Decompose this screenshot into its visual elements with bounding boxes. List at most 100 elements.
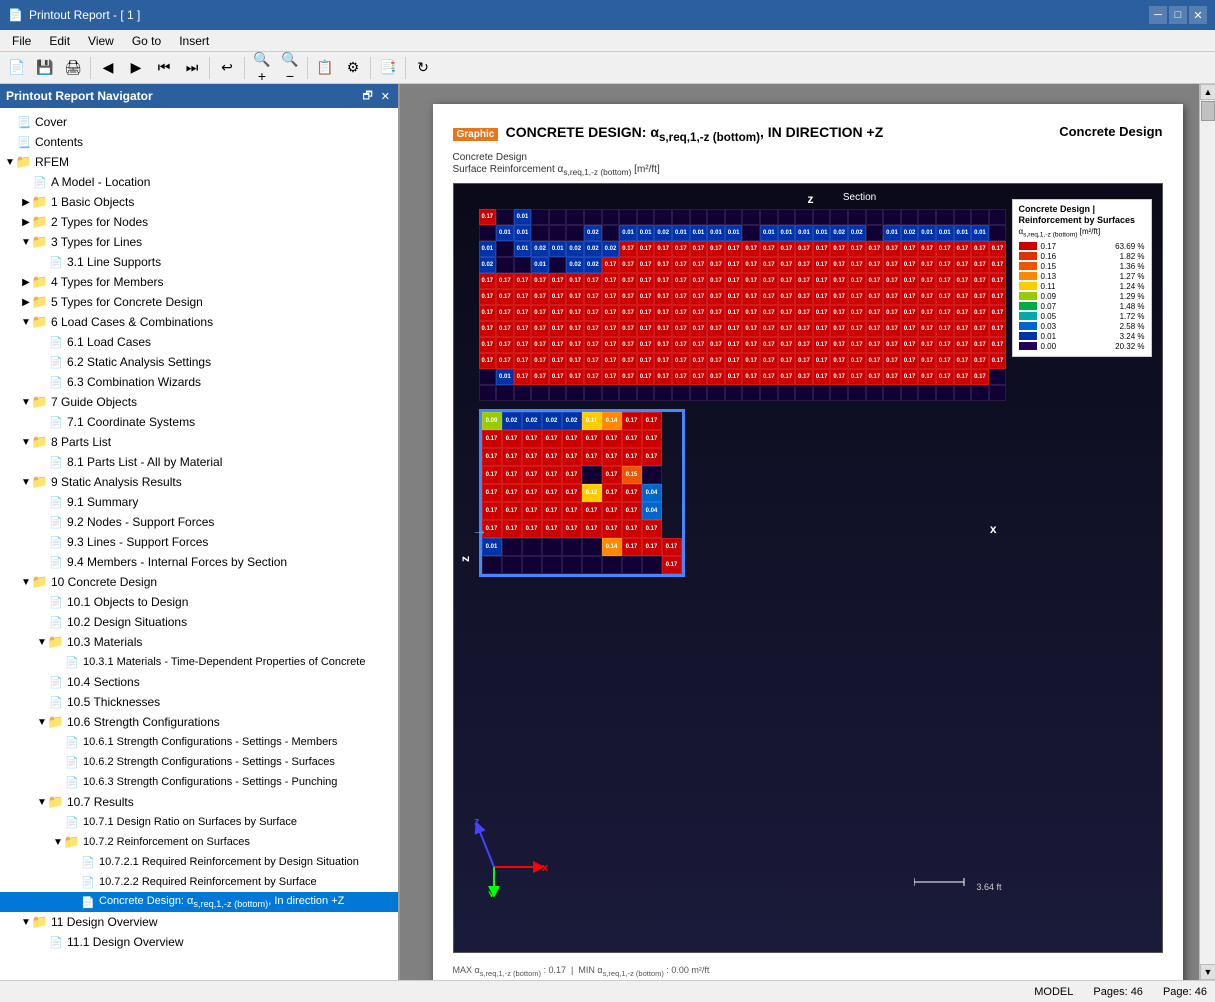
menu-edit[interactable]: Edit — [41, 32, 78, 50]
expand-3lines[interactable]: ▼ — [20, 237, 32, 248]
nav-restore-button[interactable]: 🗗 — [360, 87, 374, 106]
tree-item-61load[interactable]: 📄 6.1 Load Cases — [0, 332, 398, 352]
tree-item-1061str[interactable]: 📄 10.6.1 Strength Configurations - Setti… — [0, 732, 398, 752]
toolbar-zoom-out[interactable]: 🔍− — [277, 55, 303, 81]
tree-item-7guide[interactable]: ▼ 📁 7 Guide Objects — [0, 392, 398, 412]
tree-item-3lines[interactable]: ▼ 📁 3 Types for Lines — [0, 232, 398, 252]
tree-item-1071design[interactable]: 📄 10.7.1 Design Ratio on Surfaces by Sur… — [0, 812, 398, 832]
tree-item-111design[interactable]: 📄 11.1 Design Overview — [0, 932, 398, 952]
scroll-up-button[interactable]: ▲ — [1200, 84, 1215, 100]
tree-item-cover[interactable]: 📃 Cover — [0, 112, 398, 132]
tree-item-94members[interactable]: 📄 9.4 Members - Internal Forces by Secti… — [0, 552, 398, 572]
scroll-down-button[interactable]: ▼ — [1200, 964, 1215, 980]
expand-11design[interactable]: ▼ — [20, 917, 32, 928]
menu-goto[interactable]: Go to — [124, 32, 169, 50]
toolbar-new[interactable]: 📄 — [4, 55, 30, 81]
tree-item-8parts[interactable]: ▼ 📁 8 Parts List — [0, 432, 398, 452]
toolbar-print[interactable]: 🖨 — [60, 55, 86, 81]
tree-item-93lines[interactable]: 📄 9.3 Lines - Support Forces — [0, 532, 398, 552]
tree-item-92nodes[interactable]: 📄 9.2 Nodes - Support Forces — [0, 512, 398, 532]
scroll-thumb[interactable] — [1201, 101, 1215, 121]
tree-item-71coord[interactable]: 📄 7.1 Coordinate Systems — [0, 412, 398, 432]
tree-item-1062str[interactable]: 📄 10.6.2 Strength Configurations - Setti… — [0, 752, 398, 772]
expand-rfem[interactable]: ▼ — [4, 157, 16, 168]
grid-cell: 0.17 — [830, 353, 848, 369]
tree-item-2nodes[interactable]: ▶ 📁 2 Types for Nodes — [0, 212, 398, 232]
tree-item-9static[interactable]: ▼ 📁 9 Static Analysis Results — [0, 472, 398, 492]
nav-close-button[interactable]: ✕ — [379, 87, 392, 106]
grid-cell: 0.01 — [514, 241, 532, 257]
tree-item-concrete-design-active[interactable]: 📄 Concrete Design: αs,req,1,-z (bottom),… — [0, 892, 398, 912]
toolbar-zoom-in[interactable]: 🔍+ — [249, 55, 275, 81]
expand-107results[interactable]: ▼ — [36, 797, 48, 808]
tree-item-102design[interactable]: 📄 10.2 Design Situations — [0, 612, 398, 632]
tree-item-62static[interactable]: 📄 6.2 Static Analysis Settings — [0, 352, 398, 372]
tree-item-104sections[interactable]: 📄 10.4 Sections — [0, 672, 398, 692]
tree-item-1072reinf[interactable]: ▼ 📁 10.7.2 Reinforcement on Surfaces — [0, 832, 398, 852]
grid-cell — [707, 385, 725, 401]
minimize-button[interactable]: ─ — [1149, 6, 1167, 24]
expand-8parts[interactable]: ▼ — [20, 437, 32, 448]
tree-item-10722req[interactable]: 📄 10.7.2.2 Required Reinforcement by Sur… — [0, 872, 398, 892]
expand-7guide[interactable]: ▼ — [20, 397, 32, 408]
toolbar-clipboard[interactable]: 📋 — [312, 55, 338, 81]
expand-103materials[interactable]: ▼ — [36, 637, 48, 648]
toolbar-next[interactable]: ▶ — [123, 55, 149, 81]
expand-10concrete[interactable]: ▼ — [20, 577, 32, 588]
toolbar-first[interactable]: ⏮ — [151, 55, 177, 81]
expand-1072reinf[interactable]: ▼ — [52, 837, 64, 848]
tree-item-amodel[interactable]: 📄 A Model - Location — [0, 172, 398, 192]
tree-item-5concrete[interactable]: ▶ 📁 5 Types for Concrete Design — [0, 292, 398, 312]
tree-item-6load[interactable]: ▼ 📁 6 Load Cases & Combinations — [0, 312, 398, 332]
tree-item-1063str[interactable]: 📄 10.6.3 Strength Configurations - Setti… — [0, 772, 398, 792]
toolbar-save[interactable]: 💾 — [32, 55, 58, 81]
scroll-track[interactable] — [1200, 100, 1215, 964]
tree-item-103materials[interactable]: ▼ 📁 10.3 Materials — [0, 632, 398, 652]
menu-view[interactable]: View — [80, 32, 122, 50]
navigator-content[interactable]: 📃 Cover 📃 Contents ▼ 📁 RFEM 📄 A Model - … — [0, 108, 398, 980]
toolbar-prev[interactable]: ◀ — [95, 55, 121, 81]
tree-item-106strength[interactable]: ▼ 📁 10.6 Strength Configurations — [0, 712, 398, 732]
tree-item-63combo[interactable]: 📄 6.3 Combination Wizards — [0, 372, 398, 392]
grid-cell — [496, 257, 514, 273]
tree-label-107results: 10.7 Results — [67, 795, 134, 809]
tree-item-contents[interactable]: 📃 Contents — [0, 132, 398, 152]
tree-item-91summary[interactable]: 📄 9.1 Summary — [0, 492, 398, 512]
expand-2nodes[interactable]: ▶ — [20, 217, 32, 228]
tree-item-107results[interactable]: ▼ 📁 10.7 Results — [0, 792, 398, 812]
expand-9static[interactable]: ▼ — [20, 477, 32, 488]
content-area[interactable]: ▲ ▼ Graphic CONCRETE DESIGN: αs,req,1,-z… — [400, 84, 1215, 980]
expand-1basic[interactable]: ▶ — [20, 197, 32, 208]
tree-item-105thick[interactable]: 📄 10.5 Thicknesses — [0, 692, 398, 712]
expand-4members[interactable]: ▶ — [20, 277, 32, 288]
tree-item-4members[interactable]: ▶ 📁 4 Types for Members — [0, 272, 398, 292]
expand-5concrete[interactable]: ▶ — [20, 297, 32, 308]
menu-file[interactable]: File — [4, 32, 39, 50]
menu-insert[interactable]: Insert — [171, 32, 217, 50]
content-scroll[interactable]: Graphic CONCRETE DESIGN: αs,req,1,-z (bo… — [400, 84, 1215, 980]
expand-106strength[interactable]: ▼ — [36, 717, 48, 728]
tree-item-1031mat[interactable]: 📄 10.3.1 Materials - Time-Dependent Prop… — [0, 652, 398, 672]
svg-text:Y: Y — [488, 890, 496, 897]
tree-item-rfem[interactable]: ▼ 📁 RFEM — [0, 152, 398, 172]
tree-item-31line[interactable]: 📄 3.1 Line Supports — [0, 252, 398, 272]
tree-item-10721req[interactable]: 📄 10.7.2.1 Required Reinforcement by Des… — [0, 852, 398, 872]
folder-icon-5concrete: 📁 — [32, 294, 48, 310]
toolbar-undo[interactable]: ↩ — [214, 55, 240, 81]
tree-item-101objects[interactable]: 📄 10.1 Objects to Design — [0, 592, 398, 612]
tree-item-11design[interactable]: ▼ 📁 11 Design Overview — [0, 912, 398, 932]
expand-6load[interactable]: ▼ — [20, 317, 32, 328]
toolbar-settings[interactable]: ⚙ — [340, 55, 366, 81]
tree-item-81parts[interactable]: 📄 8.1 Parts List - All by Material — [0, 452, 398, 472]
grid-cell: 0.17 — [813, 353, 831, 369]
toolbar-last[interactable]: ⏭ — [179, 55, 205, 81]
vertical-scrollbar[interactable]: ▲ ▼ — [1199, 84, 1215, 980]
tree-item-1basic[interactable]: ▶ 📁 1 Basic Objects — [0, 192, 398, 212]
close-button[interactable]: ✕ — [1189, 6, 1207, 24]
toolbar-refresh[interactable]: ↻ — [410, 55, 436, 81]
title-bar-left: 📄 Printout Report - [ 1 ] — [8, 8, 140, 22]
toolbar-copy[interactable]: 📑 — [375, 55, 401, 81]
tree-item-10concrete[interactable]: ▼ 📁 10 Concrete Design — [0, 572, 398, 592]
grid-cell: 0.17 — [742, 353, 760, 369]
maximize-button[interactable]: □ — [1169, 6, 1187, 24]
